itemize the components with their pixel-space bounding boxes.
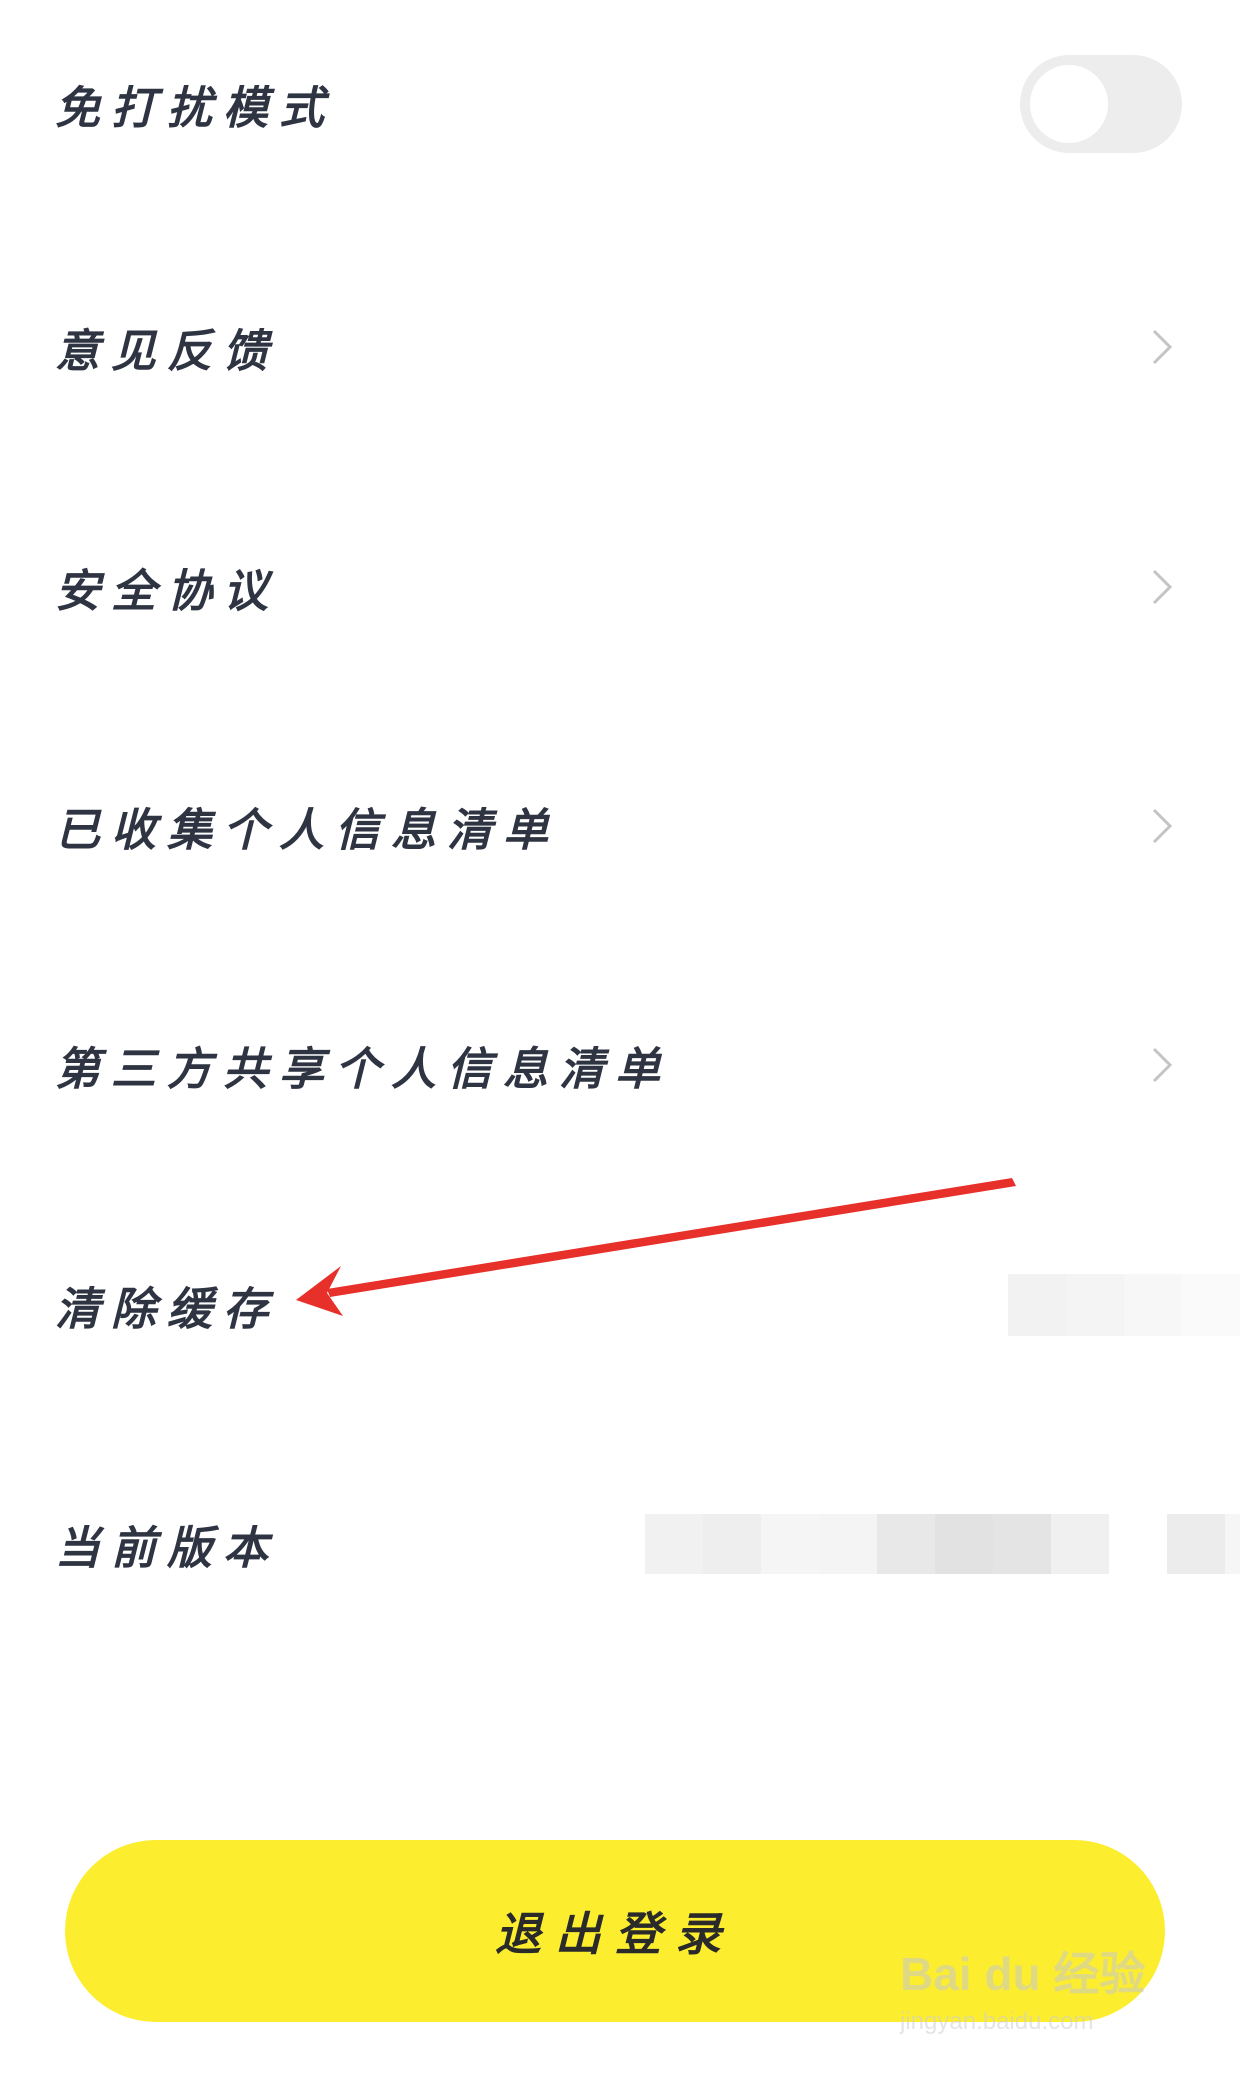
row-label-collected-info-list: 已收集个人信息清单 — [55, 803, 560, 857]
row-security-agreement[interactable]: 安全协议 — [0, 467, 1240, 707]
cache-size-blurred-value — [1008, 1274, 1240, 1336]
logout-button-label: 退出登录 — [495, 1907, 735, 1961]
row-current-version: 当前版本 — [0, 1424, 1240, 1664]
row-clear-cache[interactable]: 清除缓存 — [0, 1185, 1240, 1425]
watermark-logo-text: Bai du 经验 — [900, 1948, 1146, 2000]
chevron-right-icon — [1142, 567, 1182, 607]
do-not-disturb-toggle[interactable] — [1020, 54, 1182, 153]
row-label-current-version: 当前版本 — [55, 1521, 280, 1575]
row-label-do-not-disturb: 免打扰模式 — [55, 81, 336, 134]
chevron-right-icon — [1142, 1045, 1182, 1085]
chevron-right-icon — [1142, 327, 1182, 367]
row-feedback[interactable]: 意见反馈 — [0, 227, 1240, 467]
row-do-not-disturb: 免打扰模式 — [0, 0, 1240, 207]
row-label-feedback: 意见反馈 — [55, 324, 280, 378]
watermark-url-text: jingyan.baidu.com — [900, 2008, 1094, 2035]
version-blurred-value — [645, 1514, 1240, 1574]
row-label-clear-cache: 清除缓存 — [55, 1282, 280, 1336]
row-third-party-shared-info-list[interactable]: 第三方共享个人信息清单 — [0, 945, 1240, 1185]
row-label-security-agreement: 安全协议 — [55, 564, 280, 618]
chevron-right-icon — [1142, 806, 1182, 846]
toggle-knob — [1030, 64, 1108, 143]
baidu-jingyan-watermark: Bai du 经验 jingyan.baidu.com — [900, 1938, 1180, 2058]
row-label-third-party-shared-info-list: 第三方共享个人信息清单 — [55, 1042, 672, 1096]
row-collected-info-list[interactable]: 已收集个人信息清单 — [0, 706, 1240, 946]
